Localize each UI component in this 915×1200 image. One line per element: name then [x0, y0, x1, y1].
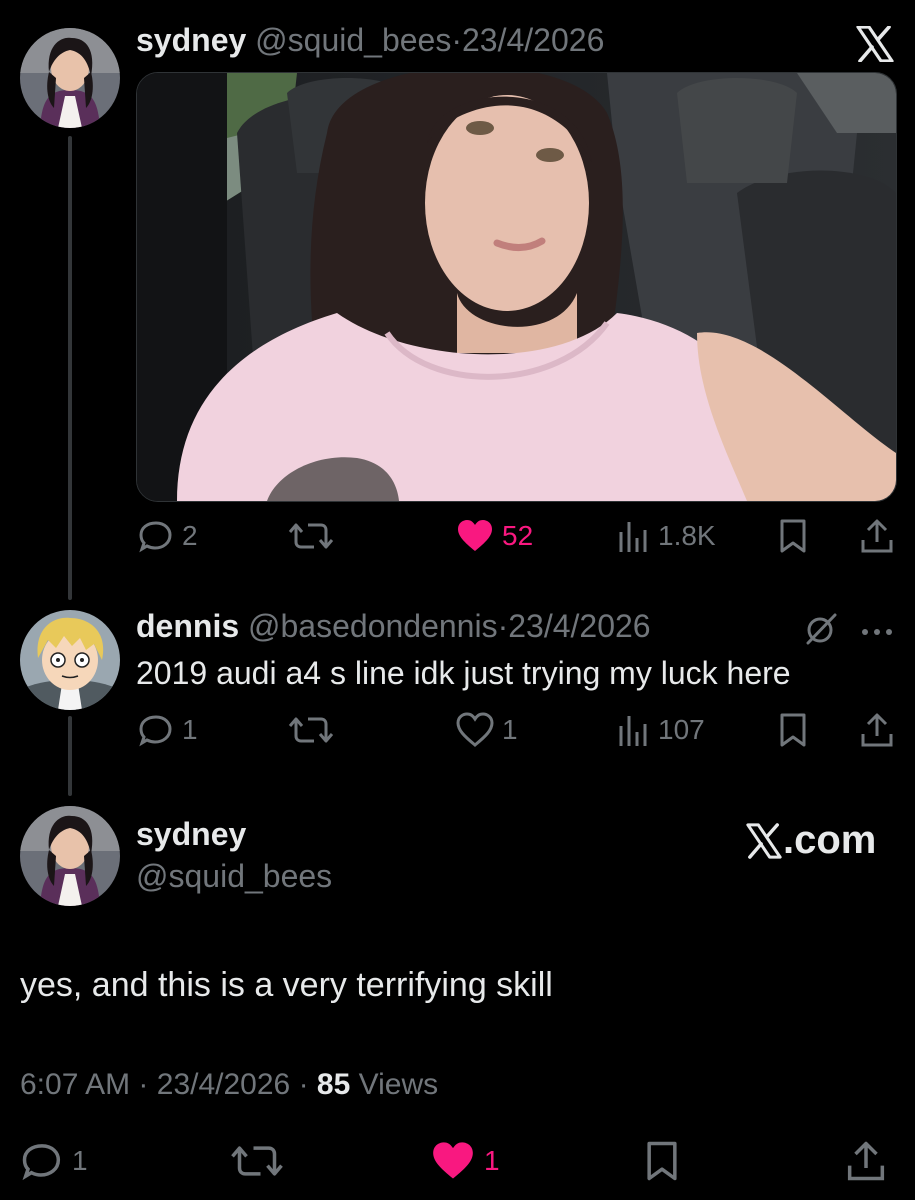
reply-icon	[22, 1144, 61, 1181]
share-button[interactable]	[860, 518, 894, 554]
post-text: 2019 audi a4 s line idk just trying my l…	[136, 655, 791, 691]
post-date[interactable]: 23/4/2026	[157, 1068, 290, 1101]
post-actions: 1 1 107	[138, 712, 898, 756]
retweet-button[interactable]	[230, 1140, 284, 1182]
separator-dot: ·	[451, 22, 462, 58]
share-icon	[847, 1141, 885, 1181]
post-header: dennis @basedondennis·23/4/2026	[136, 608, 651, 645]
avatar[interactable]	[20, 28, 120, 128]
views-button[interactable]: 107	[618, 712, 705, 748]
thread-line-top	[68, 136, 72, 600]
views-count: 85	[316, 1068, 351, 1101]
views-count: 1.8K	[658, 520, 716, 551]
share-icon	[861, 713, 893, 747]
bookmark-icon	[780, 713, 806, 747]
retweet-button[interactable]	[288, 518, 334, 554]
like-button[interactable]: 52	[456, 518, 533, 554]
author-handle[interactable]: @squid_bees	[255, 22, 451, 58]
reply-count: 1	[72, 1145, 88, 1176]
like-count: 52	[502, 520, 534, 551]
reply-button[interactable]: 1	[138, 712, 198, 748]
heart-icon	[456, 712, 494, 747]
reply-icon	[139, 521, 172, 553]
post-meta: 6:07 AM · 23/4/2026 · 85 Views	[20, 1068, 438, 1102]
author-name[interactable]: sydney	[136, 816, 246, 853]
bookmark-button[interactable]	[778, 518, 808, 554]
reply-count: 1	[182, 714, 198, 745]
like-count: 1	[502, 714, 518, 745]
author-name[interactable]: dennis	[136, 608, 239, 644]
share-icon	[861, 519, 893, 553]
post-time[interactable]: 6:07 AM	[20, 1068, 130, 1101]
views-label: Views	[358, 1068, 439, 1101]
views-icon	[619, 716, 647, 746]
post-text: yes, and this is a very terrifying skill	[20, 966, 553, 1004]
reply-count: 2	[182, 520, 198, 551]
separator-dot: ·	[298, 1068, 309, 1101]
post-actions: 1 1	[20, 1140, 900, 1184]
reply-button[interactable]: 1	[20, 1140, 88, 1182]
post-date[interactable]: 23/4/2026	[508, 608, 650, 644]
grok-icon[interactable]	[804, 612, 838, 646]
retweet-button[interactable]	[288, 712, 334, 748]
separator-dot: ·	[138, 1068, 149, 1101]
retweet-icon	[231, 1146, 283, 1176]
x-logo-icon[interactable]	[856, 25, 894, 63]
retweet-icon	[288, 523, 334, 549]
reply-button[interactable]: 2	[138, 518, 198, 554]
retweet-icon	[288, 717, 334, 743]
avatar[interactable]	[20, 806, 120, 906]
brand-x-com[interactable]: .com	[746, 818, 876, 863]
thread-line-bottom	[68, 716, 72, 796]
brand-text: .com	[783, 818, 877, 862]
author-handle[interactable]: @squid_bees	[136, 858, 332, 895]
reply-icon	[139, 715, 172, 747]
heart-icon	[458, 520, 492, 551]
post-actions: 2 52 1.8K	[138, 518, 898, 562]
x-logo-icon	[746, 822, 782, 859]
author-handle[interactable]: @basedondennis	[248, 608, 498, 644]
avatar[interactable]	[20, 610, 120, 710]
like-button[interactable]: 1	[456, 712, 518, 748]
bookmark-icon	[647, 1141, 677, 1181]
bookmark-button[interactable]	[778, 712, 808, 748]
share-button[interactable]	[846, 1140, 886, 1182]
heart-icon	[433, 1142, 473, 1179]
views-count: 107	[658, 714, 705, 745]
post-date[interactable]: 23/4/2026	[462, 22, 604, 58]
separator-dot: ·	[497, 608, 509, 644]
share-button[interactable]	[860, 712, 894, 748]
like-button[interactable]: 1	[430, 1140, 500, 1182]
like-count: 1	[484, 1145, 500, 1176]
bookmark-button[interactable]	[644, 1140, 680, 1182]
author-name[interactable]: sydney	[136, 22, 246, 58]
post-header: sydney @squid_bees·23/4/2026	[136, 22, 604, 59]
more-icon[interactable]	[860, 624, 894, 635]
post-photo[interactable]	[136, 72, 897, 502]
views-icon	[619, 522, 647, 552]
views-button[interactable]: 1.8K	[618, 518, 716, 554]
bookmark-icon	[780, 519, 806, 553]
